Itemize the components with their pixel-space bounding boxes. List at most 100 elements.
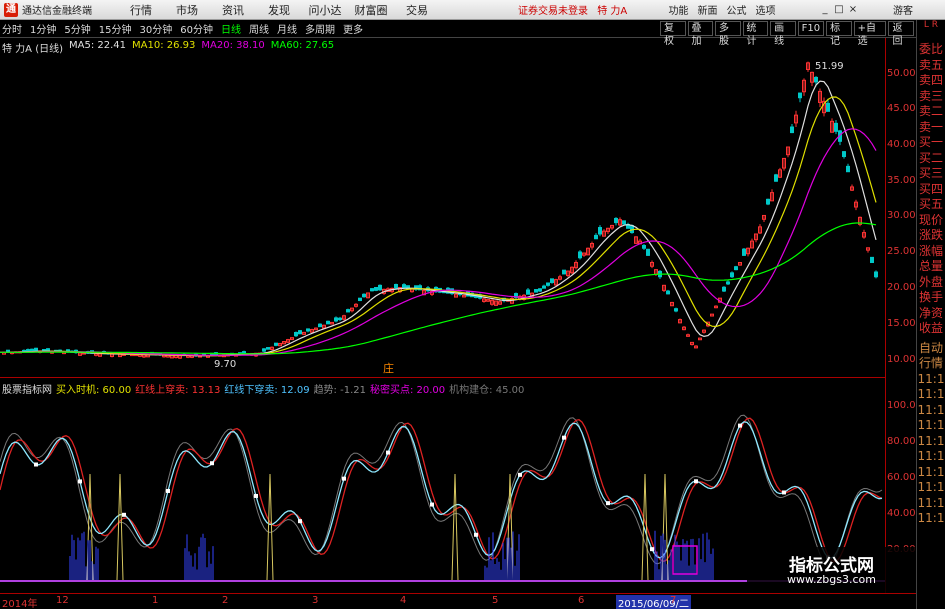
signal-dot — [518, 472, 522, 477]
sidebar-item[interactable]: 买四 — [917, 182, 945, 198]
sidebar-item[interactable]: 外盘 — [917, 275, 945, 291]
sidebar-time-item[interactable]: 11:1 — [917, 480, 945, 496]
sidebar-lr-toggle[interactable]: L R — [917, 20, 945, 42]
period-tab[interactable]: 60分钟 — [178, 21, 215, 36]
signal-dot — [782, 490, 786, 495]
signal-dot — [210, 461, 214, 466]
chart-tool-button[interactable]: 返回 — [888, 21, 914, 47]
menu-discover[interactable]: 发现 — [256, 2, 302, 18]
watermark-url: www.zbgs3.com — [787, 573, 876, 586]
candle-body — [834, 122, 838, 132]
sidebar-time-item[interactable]: 自动 — [917, 341, 945, 357]
indicator-tick-label: 100.0 — [887, 400, 916, 411]
candle-body — [338, 317, 342, 321]
sidebar-time-item[interactable]: 11:1 — [917, 372, 945, 388]
sidebar-item[interactable]: 净资 — [917, 306, 945, 322]
candle-body — [538, 288, 542, 292]
sidebar-time-item[interactable]: 11:1 — [917, 403, 945, 419]
sidebar-item[interactable]: 涨幅 — [917, 244, 945, 260]
menu-market[interactable]: 市场 — [164, 2, 210, 18]
sidebar-time-item[interactable]: 11:1 — [917, 418, 945, 434]
candle-body — [334, 317, 338, 322]
maximize-icon[interactable]: □ — [832, 4, 846, 15]
signal-dot — [342, 476, 346, 481]
menu-options[interactable]: 选项 — [751, 2, 780, 17]
candle-body — [666, 290, 670, 295]
watermark: 指标公式网 www.zbgs3.com — [747, 547, 916, 593]
period-tab[interactable]: 更多 — [341, 21, 365, 36]
chart-tool-button[interactable]: 多股 — [715, 21, 741, 47]
candle-body — [550, 278, 554, 283]
sidebar-item[interactable]: 卖二 — [917, 104, 945, 120]
menu-news[interactable]: 资讯 — [210, 2, 256, 18]
sidebar-item[interactable]: 现价 — [917, 213, 945, 229]
sidebar-item[interactable]: 买二 — [917, 151, 945, 167]
menu-new-page[interactable]: 新面 — [693, 2, 722, 17]
candle-body — [674, 308, 678, 312]
close-icon[interactable]: × — [846, 4, 860, 15]
candle-body — [378, 284, 382, 291]
chart-tool-button[interactable]: 标记 — [826, 21, 852, 47]
sidebar-item[interactable]: 涨跌 — [917, 228, 945, 244]
candlestick-chart[interactable]: 51.99 9.70 庄 — [0, 52, 885, 375]
period-tab[interactable]: 多周期 — [303, 21, 337, 36]
ma20-line — [0, 128, 877, 356]
sidebar-item[interactable]: 卖一 — [917, 120, 945, 136]
chart-tool-button[interactable]: 叠加 — [687, 21, 714, 47]
date-tick-label: 2 — [222, 595, 229, 606]
menu-ask[interactable]: 问小达 — [302, 2, 348, 18]
login-warning[interactable]: 证券交易未登录 特 力A — [518, 2, 627, 17]
red-line — [0, 417, 883, 563]
sidebar-item[interactable]: 卖三 — [917, 89, 945, 105]
chart-tool-button[interactable]: 复权 — [660, 21, 686, 47]
chart-tool-button[interactable]: +自选 — [853, 21, 887, 47]
candle-body — [542, 285, 546, 289]
date-tick-label: 4 — [400, 595, 407, 606]
menu-formula[interactable]: 公式 — [722, 2, 751, 17]
menu-quotes[interactable]: 行情 — [118, 2, 164, 18]
period-tab[interactable]: 周线 — [247, 21, 271, 36]
price-tick-label: 45.00 — [887, 103, 916, 114]
guest-label[interactable]: 游客 — [893, 2, 913, 17]
chart-tool-button[interactable]: F10 — [797, 21, 825, 36]
sidebar-time-item[interactable]: 11:1 — [917, 465, 945, 481]
period-tab[interactable]: 30分钟 — [137, 21, 174, 36]
sidebar-time-item[interactable]: 行情 — [917, 356, 945, 372]
signal-dot — [298, 519, 302, 524]
sidebar-item[interactable]: 换手 — [917, 290, 945, 306]
period-tab[interactable]: 1分钟 — [28, 21, 58, 36]
menu-function[interactable]: 功能 — [664, 2, 693, 17]
period-bar: 分时 1分钟 5分钟 15分钟 30分钟 60分钟 日线 周线 月线 多周期 更多 复权 叠加 多股 统计画… — [0, 20, 916, 47]
sidebar-time-item[interactable]: 11:1 — [917, 434, 945, 450]
period-tab[interactable]: 5分钟 — [62, 21, 92, 36]
menu-wealth[interactable]: 财富圈 — [348, 2, 394, 18]
candle-body — [826, 102, 830, 112]
candle-body — [362, 293, 366, 298]
sidebar-item[interactable]: 买五 — [917, 197, 945, 213]
sidebar-item[interactable]: 总量 — [917, 259, 945, 275]
menu-trade[interactable]: 交易 — [394, 2, 440, 18]
chart-tool-button[interactable]: 画线 — [770, 21, 796, 47]
candle-body — [562, 269, 566, 275]
period-tab[interactable]: 15分钟 — [97, 21, 134, 36]
period-tab[interactable]: 日线 — [219, 21, 243, 36]
period-tab[interactable]: 月线 — [275, 21, 299, 36]
signal-dot — [650, 547, 654, 552]
sidebar-item[interactable]: 卖四 — [917, 73, 945, 89]
chart-tool-button[interactable]: 统计 — [742, 21, 769, 47]
sidebar-item[interactable]: 收益 — [917, 321, 945, 337]
period-tab[interactable]: 分时 — [0, 21, 24, 36]
sidebar-item[interactable]: 卖五 — [917, 58, 945, 74]
candle-body — [598, 227, 602, 235]
minimize-icon[interactable]: _ — [818, 4, 832, 15]
sidebar-item[interactable]: 委比 — [917, 42, 945, 58]
sidebar-time-item[interactable]: 11:1 — [917, 387, 945, 403]
sidebar-time-item[interactable]: 11:1 — [917, 449, 945, 465]
sidebar-time-item[interactable]: 11:1 — [917, 496, 945, 512]
current-stock-name: 特 力A — [597, 6, 628, 17]
sidebar-time-item[interactable]: 11:1 — [917, 511, 945, 527]
sidebar-item[interactable]: 买三 — [917, 166, 945, 182]
price-tick-label: 40.00 — [887, 139, 916, 150]
sidebar-item[interactable]: 买一 — [917, 135, 945, 151]
candle-body — [298, 330, 302, 335]
